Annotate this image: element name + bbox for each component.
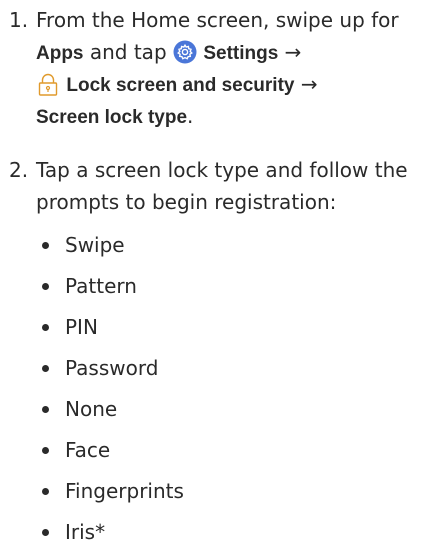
arrow-1: → [278, 40, 302, 64]
lock-type-list: Swipe Pattern PIN Password None Face Fin… [0, 225, 425, 553]
list-item: Iris* [0, 512, 425, 553]
bullet-dot [42, 242, 49, 249]
list-item-label: Swipe [65, 233, 125, 257]
screen-lock-type-label: Screen lock type [36, 107, 188, 128]
list-item-label: None [65, 397, 118, 421]
step-2-line-1: Tap a screen lock type and follow the [36, 158, 408, 182]
list-item: Face [0, 430, 425, 471]
list-item: PIN [0, 307, 425, 348]
list-item: Swipe [0, 225, 425, 266]
step-number: 2. [9, 158, 29, 182]
bullet-dot [42, 488, 49, 495]
list-item-label: PIN [65, 315, 98, 339]
and-tap-text: and tap [83, 40, 173, 64]
settings-label: Settings [203, 43, 279, 64]
list-item: None [0, 389, 425, 430]
step-1-line-2: Apps and tap Settings → [36, 36, 425, 68]
lock-screen-security-label: Lock screen and security [66, 75, 295, 96]
arrow-2: → [294, 72, 318, 96]
step-1-line-4: Screen lock type. [36, 100, 425, 132]
bullet-dot [42, 324, 49, 331]
step-1-line-1: From the Home screen, swipe up for [36, 8, 399, 32]
list-item-label: Fingerprints [65, 479, 184, 503]
step-1-line-3: Lock screen and security → [36, 68, 425, 100]
step-2-line-2: prompts to begin registration: [36, 190, 337, 214]
bullet-dot [42, 365, 49, 372]
list-item-label: Iris* [65, 520, 106, 544]
bullet-dot [42, 447, 49, 454]
list-item: Password [0, 348, 425, 389]
instructions-page: 1. From the Home screen, swipe up for Ap… [0, 0, 425, 544]
list-item-label: Face [65, 438, 111, 462]
period: . [187, 104, 194, 128]
bullet-dot [42, 283, 49, 290]
list-item: Fingerprints [0, 471, 425, 512]
bullet-dot [42, 406, 49, 413]
list-item: Pattern [0, 266, 425, 307]
step-number: 1. [9, 8, 29, 32]
list-item-label: Password [65, 356, 159, 380]
apps-label: Apps [36, 43, 84, 64]
list-item-label: Pattern [65, 274, 137, 298]
